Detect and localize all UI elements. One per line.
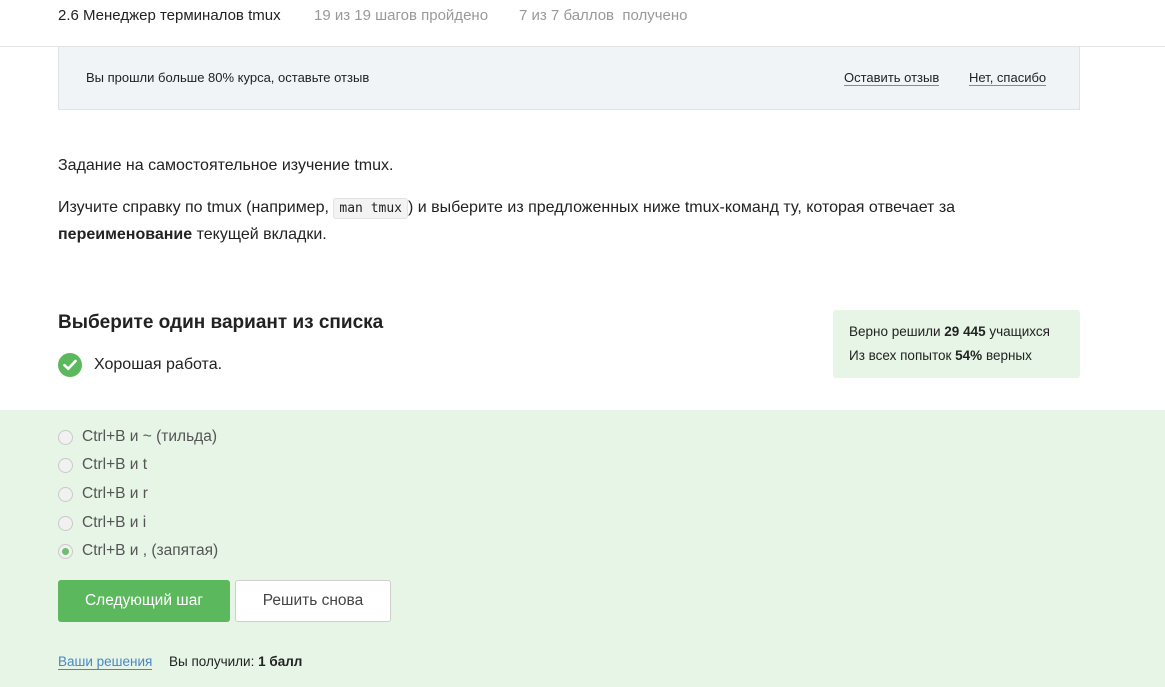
- task-paragraph-1: Задание на самостоятельное изучение tmux…: [58, 157, 394, 174]
- attempts-percent: 54%: [955, 348, 983, 363]
- option-i[interactable]: Ctrl+B и i: [58, 513, 146, 533]
- task-text-part: ) и выберите из предложенных ниже tmux-к…: [408, 199, 956, 216]
- option-tilde[interactable]: Ctrl+B и ~ (тильда): [58, 427, 217, 447]
- step-header: 2.6 Менеджер терминалов tmux 19 из 19 ша…: [0, 0, 1165, 47]
- option-label: Ctrl+B и r: [82, 485, 148, 502]
- task-text-part: Изучите справку по tmux (например,: [58, 199, 334, 216]
- steps-progress: 19 из 19 шагов пройдено: [314, 7, 489, 24]
- option-label: Ctrl+B и , (запятая): [82, 542, 219, 559]
- next-step-button[interactable]: Следующий шаг: [58, 580, 230, 622]
- score-status: 7 из 7 баллов получено: [519, 7, 688, 24]
- option-label: Ctrl+B и t: [82, 456, 148, 473]
- stat-text: учащихся: [985, 324, 1050, 339]
- radio-dot: [62, 547, 69, 555]
- result-message: Хорошая работа.: [58, 352, 222, 378]
- stat-text: Верно решили: [849, 324, 945, 339]
- radio-button[interactable]: [58, 486, 73, 502]
- code-snippet: man tmux: [333, 198, 409, 219]
- option-label: Ctrl+B и ~ (тильда): [82, 428, 217, 445]
- stat-text: Из всех попыток: [849, 348, 956, 363]
- stat-text: верных: [982, 348, 1032, 363]
- option-t[interactable]: Ctrl+B и t: [58, 455, 147, 475]
- quiz-title: Выберите один вариант из списка: [58, 312, 384, 333]
- radio-button[interactable]: [58, 457, 73, 473]
- checkmark-icon: [58, 353, 82, 377]
- task-paragraph-2: Изучите справку по tmux (например, man t…: [58, 195, 1018, 248]
- your-solutions-link[interactable]: Ваши решения: [58, 654, 153, 670]
- radio-button-selected[interactable]: [58, 543, 73, 559]
- result-text: Хорошая работа.: [94, 356, 223, 373]
- task-text: Задание на самостоятельное изучение tmux…: [58, 153, 1018, 264]
- task-text-part: текущей вкладки.: [192, 226, 327, 243]
- emphasis-text: переименование: [58, 226, 193, 243]
- feedback-banner: Вы прошли больше 80% курса, оставьте отз…: [58, 47, 1080, 110]
- option-label: Ctrl+B и i: [82, 514, 147, 531]
- feedback-message: Вы прошли больше 80% курса, оставьте отз…: [86, 70, 370, 85]
- points-value: 1 балл: [258, 654, 303, 669]
- attempts-stat: Из всех попыток 54% верных: [849, 344, 1064, 368]
- solve-again-button[interactable]: Решить снова: [235, 580, 391, 622]
- stats-box: Верно решили 29 445 учащихся Из всех поп…: [833, 310, 1080, 378]
- radio-button[interactable]: [58, 515, 73, 531]
- option-comma[interactable]: Ctrl+B и , (запятая): [58, 541, 218, 561]
- solved-stat: Верно решили 29 445 учащихся: [849, 320, 1064, 344]
- points-label: Вы получили:: [169, 654, 259, 669]
- points-received: Вы получили: 1 балл: [169, 654, 302, 669]
- solved-count: 29 445: [944, 324, 986, 339]
- leave-review-link[interactable]: Оставить отзыв: [844, 70, 940, 86]
- option-r[interactable]: Ctrl+B и r: [58, 484, 148, 504]
- no-thanks-link[interactable]: Нет, спасибо: [969, 70, 1047, 86]
- radio-button[interactable]: [58, 429, 73, 445]
- answer-area: Ctrl+B и ~ (тильда) Ctrl+B и t Ctrl+B и …: [0, 410, 1165, 687]
- step-title: 2.6 Менеджер терминалов tmux: [58, 7, 281, 24]
